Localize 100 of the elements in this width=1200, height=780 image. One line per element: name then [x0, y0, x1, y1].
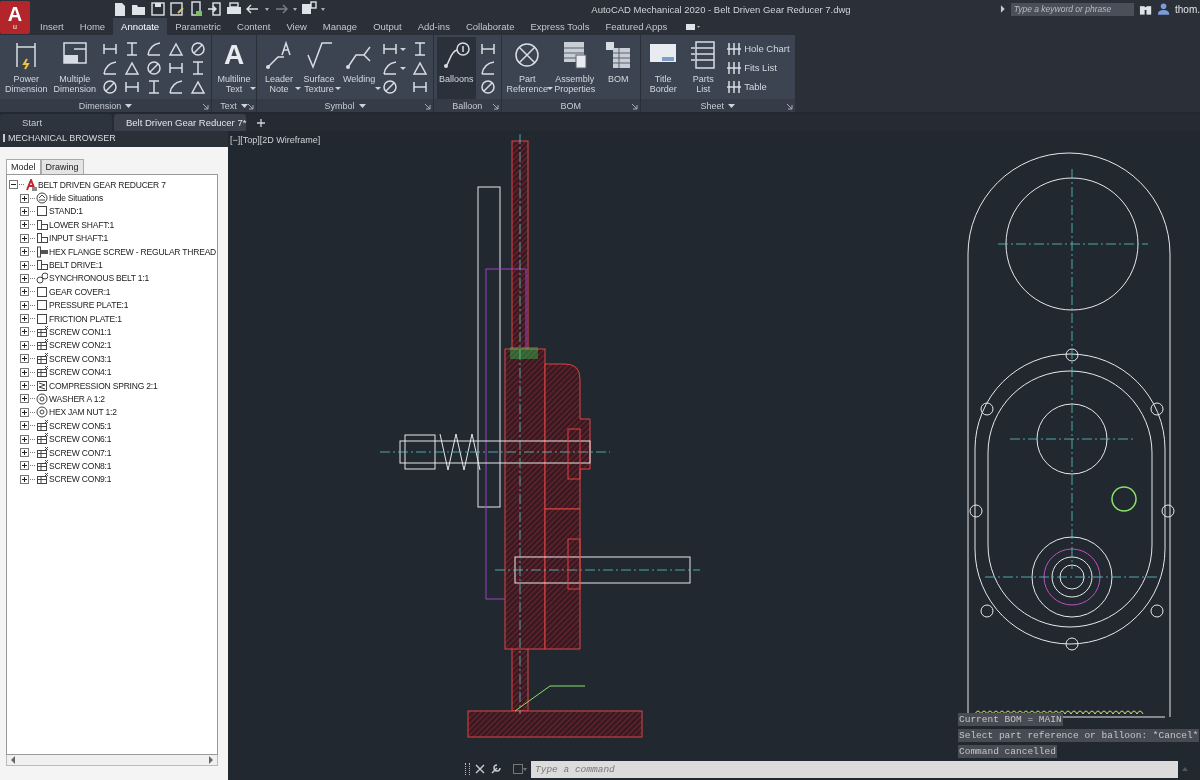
expander-icon[interactable]	[20, 448, 29, 457]
expander-icon[interactable]	[20, 193, 29, 203]
left-arrow-icon[interactable]	[10, 756, 16, 764]
panel-tab[interactable]: Model	[6, 159, 41, 174]
save-as-icon[interactable]	[169, 1, 185, 17]
tree-item[interactable]: INPUT SHAFT:1	[49, 233, 109, 244]
ribbon-tab[interactable]: Insert	[32, 18, 72, 35]
ribbon-tab[interactable]: Parametric	[167, 18, 230, 35]
expander-icon[interactable]	[20, 300, 29, 310]
caret-icon[interactable]	[125, 102, 133, 109]
launcher-icon[interactable]	[425, 104, 432, 110]
tree-item[interactable]: SCREW CON9:1	[49, 474, 112, 485]
ribbon-button[interactable]: A Multiline Text	[215, 37, 254, 99]
printer-icon[interactable]	[226, 1, 242, 17]
expander-icon[interactable]	[20, 314, 29, 324]
panel-tab[interactable]: Drawing	[40, 159, 84, 174]
search-field[interactable]: Type a keyword or phrase	[1010, 2, 1134, 16]
tree-item[interactable]: HEX FLANGE SCREW - REGULAR THREAD	[49, 246, 217, 257]
tree-item[interactable]: SCREW CON1:1	[49, 327, 112, 337]
document-tab[interactable]: Belt Driven Gear Reducer 7*	[114, 114, 246, 131]
expander-icon[interactable]	[20, 247, 29, 257]
ribbon-button[interactable]: Multiple Dimension	[51, 37, 99, 99]
panel-title[interactable]: Dimension	[78, 100, 122, 111]
expander-icon[interactable]	[9, 180, 18, 190]
expander-icon[interactable]	[20, 381, 29, 391]
drawing-canvas[interactable]: [−][Top][2D Wireframe] Current BOM = MAIN Select part reference or balloon: *Cancel* Command cancelled Type a command	[228, 131, 1200, 780]
tree-item[interactable]: LOWER SHAFT:1	[49, 219, 114, 230]
save-icon[interactable]	[150, 1, 166, 17]
ribbon-button[interactable]: Parts List	[684, 37, 723, 99]
document-tab[interactable]: Start	[0, 114, 112, 131]
expander-icon[interactable]	[20, 340, 29, 350]
add-icon[interactable]	[256, 117, 266, 128]
right-arrow-icon[interactable]	[208, 756, 214, 764]
document-icon[interactable]	[188, 1, 204, 17]
panel-title[interactable]: BOM	[560, 100, 582, 111]
grip-icon[interactable]	[465, 763, 470, 775]
tree-item[interactable]: WASHER A 1:2	[49, 393, 105, 404]
ribbon-button[interactable]: Part Reference	[504, 37, 551, 99]
expand-arrow-icon[interactable]	[1000, 4, 1006, 14]
viewport-controls[interactable]: [−][Top][2D Wireframe]	[230, 135, 321, 145]
ribbon-tab[interactable]: Content	[229, 18, 279, 35]
ribbon-button[interactable]: Assembly Properties	[552, 37, 598, 99]
expander-icon[interactable]	[20, 287, 29, 297]
ribbon-tab[interactable]: Annotate	[113, 18, 168, 35]
tree-item[interactable]: PRESSURE PLATE:1	[49, 300, 129, 311]
tool-button[interactable]: Hole Chart	[724, 39, 792, 58]
ribbon-tab[interactable]: Output	[365, 18, 410, 35]
ribbon-button[interactable]: Leader Note	[260, 37, 299, 99]
ribbon-tab[interactable]: View	[278, 18, 315, 35]
tree-item[interactable]: SCREW CON5:1	[49, 420, 112, 431]
ribbon-tab[interactable]: Manage	[314, 18, 366, 35]
launcher-icon[interactable]	[786, 104, 793, 110]
expander-icon[interactable]	[20, 273, 29, 283]
ribbon-tab[interactable]: Home	[71, 18, 114, 35]
expander-icon[interactable]	[20, 260, 29, 270]
expander-icon[interactable]	[20, 461, 29, 471]
launcher-icon[interactable]	[203, 104, 210, 110]
expander-icon[interactable]	[20, 220, 29, 230]
user-name[interactable]: thom.	[1175, 3, 1200, 15]
ribbon-button[interactable]: Balloons	[437, 37, 476, 99]
ribbon-button[interactable]: Power Dimension	[3, 37, 50, 99]
tree-item[interactable]: SCREW CON2:1	[49, 340, 112, 351]
tree-item[interactable]: SCREW CON3:1	[49, 353, 112, 364]
launcher-icon[interactable]	[632, 104, 639, 110]
tree-item[interactable]: HEX JAM NUT 1:2	[49, 407, 117, 418]
expander-icon[interactable]	[20, 327, 29, 337]
tool-button[interactable]: Fits List	[724, 58, 792, 77]
caret-icon[interactable]	[240, 102, 248, 109]
tool-button[interactable]: Table	[724, 77, 792, 96]
ribbon-tab[interactable]: Collaborate	[457, 18, 523, 35]
tree-item[interactable]: FRICTION PLATE:1	[49, 313, 122, 324]
prompt-icon[interactable]	[513, 764, 527, 774]
expander-icon[interactable]	[20, 434, 29, 444]
wrench-icon[interactable]	[490, 763, 502, 775]
scrollbar[interactable]	[6, 755, 218, 766]
workspace-icon[interactable]	[301, 1, 317, 17]
ribbon-tab[interactable]: Add-ins	[409, 18, 458, 35]
tree-item[interactable]: BELT DRIVEN GEAR REDUCER 7	[38, 179, 166, 190]
tree-item[interactable]: Hide Situations	[49, 193, 104, 204]
ribbon-tab[interactable]: Express Tools	[522, 18, 598, 35]
caret-icon[interactable]	[728, 102, 736, 109]
screen-icon[interactable]	[685, 21, 702, 32]
tree-item[interactable]: SCREW CON7:1	[49, 447, 112, 458]
tree-item[interactable]: BELT DRIVE:1	[49, 260, 103, 271]
tree-item[interactable]: SCREW CON4:1	[49, 367, 112, 378]
expander-icon[interactable]	[20, 407, 29, 417]
launcher-icon[interactable]	[492, 104, 499, 110]
ribbon-button[interactable]: Surface Texture	[300, 37, 339, 99]
ribbon-button[interactable]: Title Border	[644, 37, 683, 99]
user-icon[interactable]	[1156, 2, 1170, 16]
tree-item[interactable]: COMPRESSION SPRING 2:1	[49, 380, 158, 391]
expander-icon[interactable]	[20, 474, 29, 484]
tree-item[interactable]: GEAR COVER:1	[49, 286, 111, 297]
caret-icon[interactable]	[358, 102, 366, 109]
ribbon-button[interactable]: BOM	[599, 37, 638, 99]
panel-title[interactable]: Symbol	[324, 100, 355, 111]
command-line-field[interactable]: Type a command	[531, 760, 1178, 778]
expander-icon[interactable]	[20, 367, 29, 377]
import-icon[interactable]	[207, 1, 223, 17]
tree-item[interactable]: STAND:1	[49, 206, 83, 217]
